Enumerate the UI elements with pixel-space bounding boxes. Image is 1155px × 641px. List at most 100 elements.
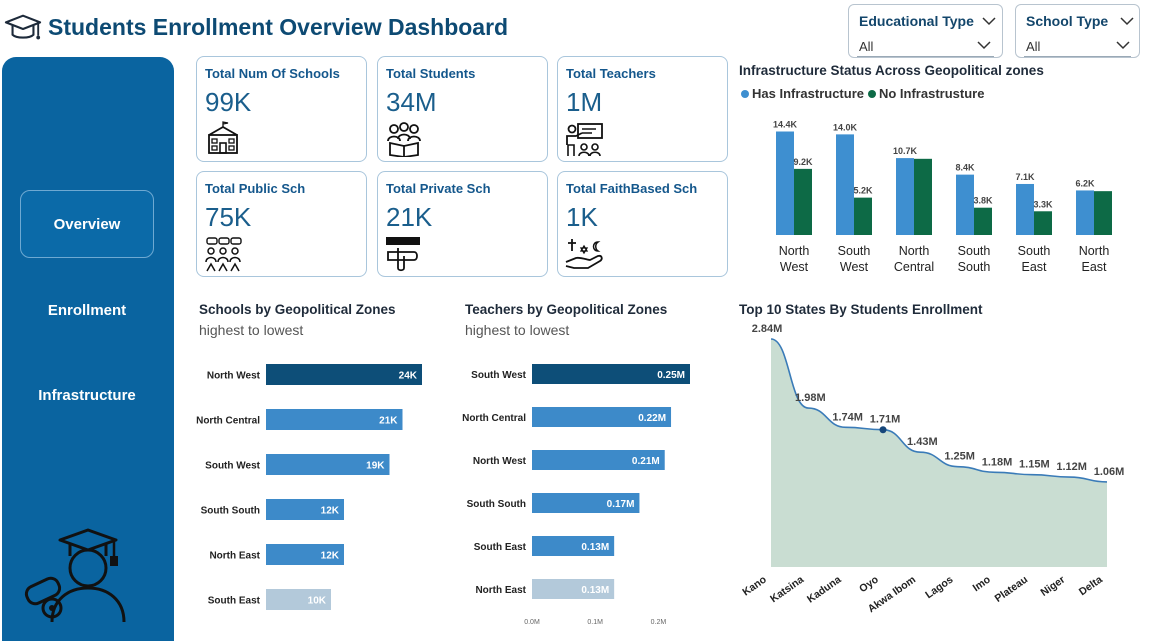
infra-tick-label: South xyxy=(958,260,991,274)
area-data-label: 1.43M xyxy=(907,436,938,448)
chevron-down-icon[interactable] xyxy=(1116,41,1130,50)
infra-bar-no xyxy=(1094,191,1112,235)
area-tick-label: Delta xyxy=(1077,574,1105,599)
kpi-private-schools: Total Private Sch 21K xyxy=(377,171,548,277)
infra-data-label: 6.2K xyxy=(1075,178,1095,188)
infra-bar-has xyxy=(1076,190,1094,235)
infrastructure-bar-chart: 14.4K 9.2K North West 14.0K 5.2K South West 10.7… xyxy=(773,120,1112,274)
infra-bar-has xyxy=(1016,183,1034,235)
teachers-chart-title: Teachers by Geopolitical Zones xyxy=(465,302,668,317)
schools-data-label: 19K xyxy=(366,461,385,472)
legend-has-infrastructure[interactable]: Has Infrastructure xyxy=(741,86,864,101)
infra-bar-has xyxy=(836,134,854,235)
infra-bar-has xyxy=(776,131,794,235)
teachers-data-label: 0.25M xyxy=(657,370,685,381)
legend-dot xyxy=(741,89,749,98)
kpi-label: Total Private Sch xyxy=(386,181,491,196)
teachers-tick-label: South West xyxy=(471,370,526,381)
area-tick-label: Niger xyxy=(1039,574,1068,599)
chevron-down-icon[interactable] xyxy=(982,17,996,26)
top-states-chart-title: Top 10 States By Students Enrollment xyxy=(739,302,983,317)
schools-data-label: 10K xyxy=(308,596,327,607)
nav-enrollment[interactable]: Enrollment xyxy=(20,276,154,344)
teachers-tick-label: North West xyxy=(473,456,527,467)
divider xyxy=(1024,56,1131,57)
schools-chart-title: Schools by Geopolitical Zones xyxy=(199,302,396,317)
schools-tick-label: South West xyxy=(205,461,260,472)
schools-data-label: 12K xyxy=(321,551,340,562)
kpi-public-schools: Total Public Sch 75K xyxy=(196,171,367,277)
schools-data-label: 21K xyxy=(379,416,398,427)
kpi-label: Total Public Sch xyxy=(205,181,306,196)
infra-data-label: 9.2K xyxy=(793,157,813,167)
infra-data-label: 7.1K xyxy=(1015,172,1035,182)
infra-data-label: 14.4K xyxy=(773,120,798,130)
public-group-icon xyxy=(205,237,242,272)
infra-bar-has xyxy=(896,158,914,235)
area-data-label: 1.18M xyxy=(982,456,1013,468)
infrastructure-chart-title: Infrastructure Status Across Geopolitica… xyxy=(739,63,1044,78)
teachers-tick-label: North East xyxy=(475,585,526,596)
kpi-total-teachers: Total Teachers 1M xyxy=(557,56,728,162)
kpi-value: 1K xyxy=(566,202,598,232)
infra-bar-has xyxy=(956,174,974,235)
infra-tick-label: North xyxy=(1079,244,1110,258)
area-data-label: 1.15M xyxy=(1019,459,1050,471)
teachers-data-label: 0.22M xyxy=(638,413,666,424)
schools-tick-label: North East xyxy=(209,551,260,562)
graduate-with-diploma-icon xyxy=(24,528,126,623)
infra-data-label: 3.3K xyxy=(1033,199,1053,209)
kpi-label: Total FaithBased Sch xyxy=(566,181,698,196)
infra-bar-no xyxy=(854,197,872,235)
kpi-label: Total Num Of Schools xyxy=(205,66,340,81)
area-fill xyxy=(771,339,1107,567)
slicer-label: School Type xyxy=(1026,13,1109,29)
chevron-down-icon[interactable] xyxy=(977,41,991,50)
legend-no-infrastructure[interactable]: No Infrastrusture xyxy=(867,86,984,101)
area-data-label: 1.06M xyxy=(1094,466,1125,478)
kpi-faithbased-schools: Total FaithBased Sch 1K xyxy=(557,171,728,277)
area-tick-label: Oyo xyxy=(857,574,881,596)
teachers-bar-chart: South West 0.25M North Central 0.22M North W… xyxy=(462,364,690,626)
teachers-axis-tick: 0.0M xyxy=(524,619,540,626)
school-type-slicer[interactable]: School Type All xyxy=(1015,4,1140,58)
slicer-value[interactable]: All xyxy=(1026,39,1040,54)
nav-overview[interactable]: Overview xyxy=(20,190,154,258)
schools-data-label: 12K xyxy=(321,506,340,517)
area-tick-label: Imo xyxy=(971,574,993,595)
kpi-value: 1M xyxy=(566,87,603,117)
faith-symbols-icon xyxy=(565,239,603,269)
teachers-axis-tick: 0.2M xyxy=(651,619,667,626)
area-tick-label: Kano xyxy=(740,574,768,599)
schools-bar-chart: North West 24K North Central 21K South West 1… xyxy=(196,364,422,610)
kpi-value: 34M xyxy=(386,87,437,117)
kpi-label: Total Teachers xyxy=(566,66,656,81)
teachers-tick-label: South South xyxy=(467,499,526,510)
educational-type-slicer[interactable]: Educational Type All xyxy=(848,4,1003,58)
slicer-value[interactable]: All xyxy=(859,39,873,54)
teachers-data-label: 0.17M xyxy=(607,499,635,510)
schools-tick-label: South East xyxy=(208,596,261,607)
kpi-label: Total Students xyxy=(386,66,476,81)
nav-infrastructure[interactable]: Infrastructure xyxy=(20,361,154,429)
teacher-board-icon xyxy=(566,123,603,157)
infra-tick-label: North xyxy=(899,244,930,258)
infra-data-label: 3.8K xyxy=(973,196,993,206)
area-data-label: 1.12M xyxy=(1056,461,1087,473)
schools-chart-subtitle: highest to lowest xyxy=(199,322,304,338)
chevron-down-icon[interactable] xyxy=(1120,17,1134,26)
infra-data-label: 10.7K xyxy=(893,146,918,156)
infra-tick-label: West xyxy=(840,260,869,274)
infrastructure-legend: Has Infrastructure No Infrastrusture xyxy=(741,86,984,101)
kpi-value: 99K xyxy=(205,87,252,117)
area-tick-label: Plateau xyxy=(993,574,1030,605)
schools-tick-label: North Central xyxy=(196,416,260,427)
legend-label: Has Infrastructure xyxy=(752,86,864,101)
infra-tick-label: Central xyxy=(894,260,934,274)
infra-tick-label: East xyxy=(1021,260,1047,274)
infra-bar-no xyxy=(914,158,932,235)
infra-bar-no xyxy=(1034,211,1052,235)
kpi-value: 75K xyxy=(205,202,252,232)
schools-tick-label: South South xyxy=(201,506,260,517)
slicer-label: Educational Type xyxy=(859,13,974,29)
